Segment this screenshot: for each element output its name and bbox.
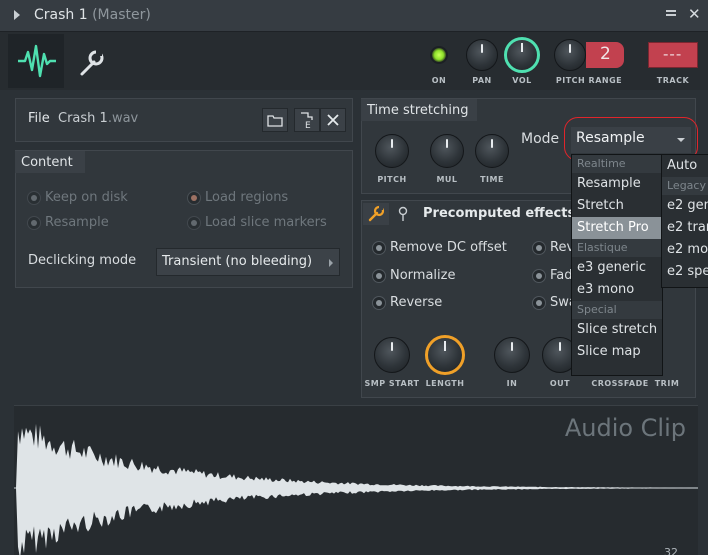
dropdown-item-e2-mono[interactable]: e2 mon bbox=[662, 239, 708, 261]
waveform-tab-icon[interactable] bbox=[8, 34, 64, 88]
declicking-value: Transient (no bleeding) bbox=[162, 254, 313, 269]
track-label: TRACK bbox=[656, 76, 690, 85]
precomputed-wrench-icon[interactable] bbox=[363, 203, 389, 225]
declicking-select[interactable]: Transient (no bleeding) bbox=[156, 248, 340, 276]
collapse-arrow-icon[interactable] bbox=[14, 10, 20, 20]
resample-radio[interactable] bbox=[27, 216, 41, 230]
dropdown-item-stretch-pro[interactable]: Stretch Pro bbox=[572, 217, 662, 239]
mode-dropdown-menu: Realtime Resample Stretch Stretch Pro El… bbox=[571, 154, 663, 376]
pan-knob[interactable] bbox=[466, 39, 498, 71]
waveform-view[interactable]: Audio Clip 32 bbox=[14, 405, 698, 555]
ts-pitch-label: PITCH bbox=[377, 175, 407, 184]
svg-text:E: E bbox=[305, 121, 311, 129]
time-stretching-header: Time stretching bbox=[361, 99, 477, 121]
remove-dc-radio[interactable] bbox=[372, 241, 386, 255]
pitch-range-display[interactable]: 2 bbox=[586, 42, 624, 68]
close-button[interactable]: ✕ bbox=[688, 5, 701, 23]
dropdown-item-e2-speech[interactable]: e2 spe bbox=[662, 261, 708, 283]
range-label: RANGE bbox=[588, 76, 623, 85]
dropdown-item-auto[interactable]: Auto bbox=[662, 155, 708, 177]
pitch-range-value: 2 bbox=[600, 44, 611, 64]
dropdown-section-elastique: Elastique bbox=[572, 239, 662, 257]
pitch-knob[interactable] bbox=[554, 39, 586, 71]
audio-clip-label: Audio Clip bbox=[564, 414, 686, 442]
dropdown-section-realtime: Realtime bbox=[572, 155, 662, 173]
rev-radio[interactable] bbox=[532, 241, 546, 255]
resample-label: Resample bbox=[45, 215, 109, 230]
ts-time-label: TIME bbox=[480, 175, 504, 184]
keep-on-disk-radio[interactable] bbox=[27, 191, 41, 205]
trim-label: TRIM bbox=[654, 379, 680, 388]
pan-label: PAN bbox=[472, 76, 492, 85]
ts-pitch-knob[interactable] bbox=[375, 134, 409, 168]
precomputed-pin-icon[interactable] bbox=[396, 205, 410, 223]
reverse-radio[interactable] bbox=[372, 296, 386, 310]
mode-dropdown-menu-col2: Auto Legacy e e2 gene e2 tran e2 mon e2 … bbox=[661, 154, 708, 288]
swap-radio[interactable] bbox=[532, 296, 546, 310]
dropdown-item-e2-generic[interactable]: e2 gene bbox=[662, 195, 708, 217]
mode-label: Mode bbox=[521, 131, 560, 147]
load-regions-label: Load regions bbox=[205, 190, 289, 205]
normalize-radio[interactable] bbox=[372, 269, 386, 283]
in-label: IN bbox=[506, 379, 518, 388]
reverse-label: Reverse bbox=[390, 295, 443, 310]
normalize-label: Normalize bbox=[390, 268, 456, 283]
smp-start-knob[interactable] bbox=[374, 337, 410, 373]
fade-label: Fad bbox=[550, 268, 573, 283]
length-knob[interactable] bbox=[425, 335, 465, 375]
file-name: Crash 1.wav bbox=[58, 111, 139, 126]
precomputed-header: Precomputed effects bbox=[423, 206, 576, 221]
keep-on-disk-label: Keep on disk bbox=[45, 190, 128, 205]
wrench-tab-icon[interactable] bbox=[72, 34, 112, 88]
length-label: LENGTH bbox=[425, 379, 465, 388]
dropdown-item-slice-map[interactable]: Slice map bbox=[572, 341, 662, 363]
title-bar: Crash 1 (Master) ✕ bbox=[0, 0, 708, 32]
remove-dc-label: Remove DC offset bbox=[390, 240, 507, 255]
smp-start-label: SMP START bbox=[364, 379, 420, 388]
window-title: Crash 1 bbox=[34, 7, 88, 23]
ts-mul-label: MUL bbox=[436, 175, 458, 184]
pitch-label: PITCH bbox=[555, 76, 586, 85]
remove-sample-button[interactable] bbox=[320, 108, 346, 132]
ts-time-knob[interactable] bbox=[475, 134, 509, 168]
load-regions-radio[interactable] bbox=[187, 191, 201, 205]
dropdown-item-e3-mono[interactable]: e3 mono bbox=[572, 279, 662, 301]
chevron-right-icon bbox=[329, 259, 333, 267]
vol-knob[interactable] bbox=[504, 37, 540, 73]
edit-sample-button[interactable]: E bbox=[294, 108, 320, 132]
dropdown-item-resample[interactable]: Resample bbox=[572, 173, 662, 195]
dropdown-section-legacy: Legacy e bbox=[662, 177, 708, 195]
window-subtitle: (Master) bbox=[92, 7, 151, 23]
dropdown-item-slice-stretch[interactable]: Slice stretch bbox=[572, 319, 662, 341]
crossfade-label: CROSSFADE bbox=[591, 379, 649, 388]
ts-mul-knob[interactable] bbox=[430, 134, 464, 168]
file-label: File bbox=[28, 111, 50, 126]
track-display[interactable]: --- bbox=[648, 42, 698, 68]
corner-text: 32 bbox=[664, 546, 678, 555]
on-led[interactable] bbox=[430, 46, 448, 64]
out-label: OUT bbox=[549, 379, 571, 388]
track-value: --- bbox=[663, 45, 683, 63]
dropdown-item-e2-transient[interactable]: e2 tran bbox=[662, 217, 708, 239]
load-slice-markers-radio[interactable] bbox=[187, 216, 201, 230]
content-header: Content bbox=[15, 151, 85, 173]
open-folder-button[interactable] bbox=[262, 108, 288, 132]
declicking-label: Declicking mode bbox=[28, 253, 137, 268]
fade-radio[interactable] bbox=[532, 269, 546, 283]
dropdown-item-stretch[interactable]: Stretch bbox=[572, 195, 662, 217]
load-slice-markers-label: Load slice markers bbox=[205, 215, 327, 230]
in-knob[interactable] bbox=[494, 337, 530, 373]
on-label: ON bbox=[431, 76, 447, 85]
dropdown-section-special: Special bbox=[572, 301, 662, 319]
vol-label: VOL bbox=[512, 76, 532, 85]
dropdown-item-e3-generic[interactable]: e3 generic bbox=[572, 257, 662, 279]
